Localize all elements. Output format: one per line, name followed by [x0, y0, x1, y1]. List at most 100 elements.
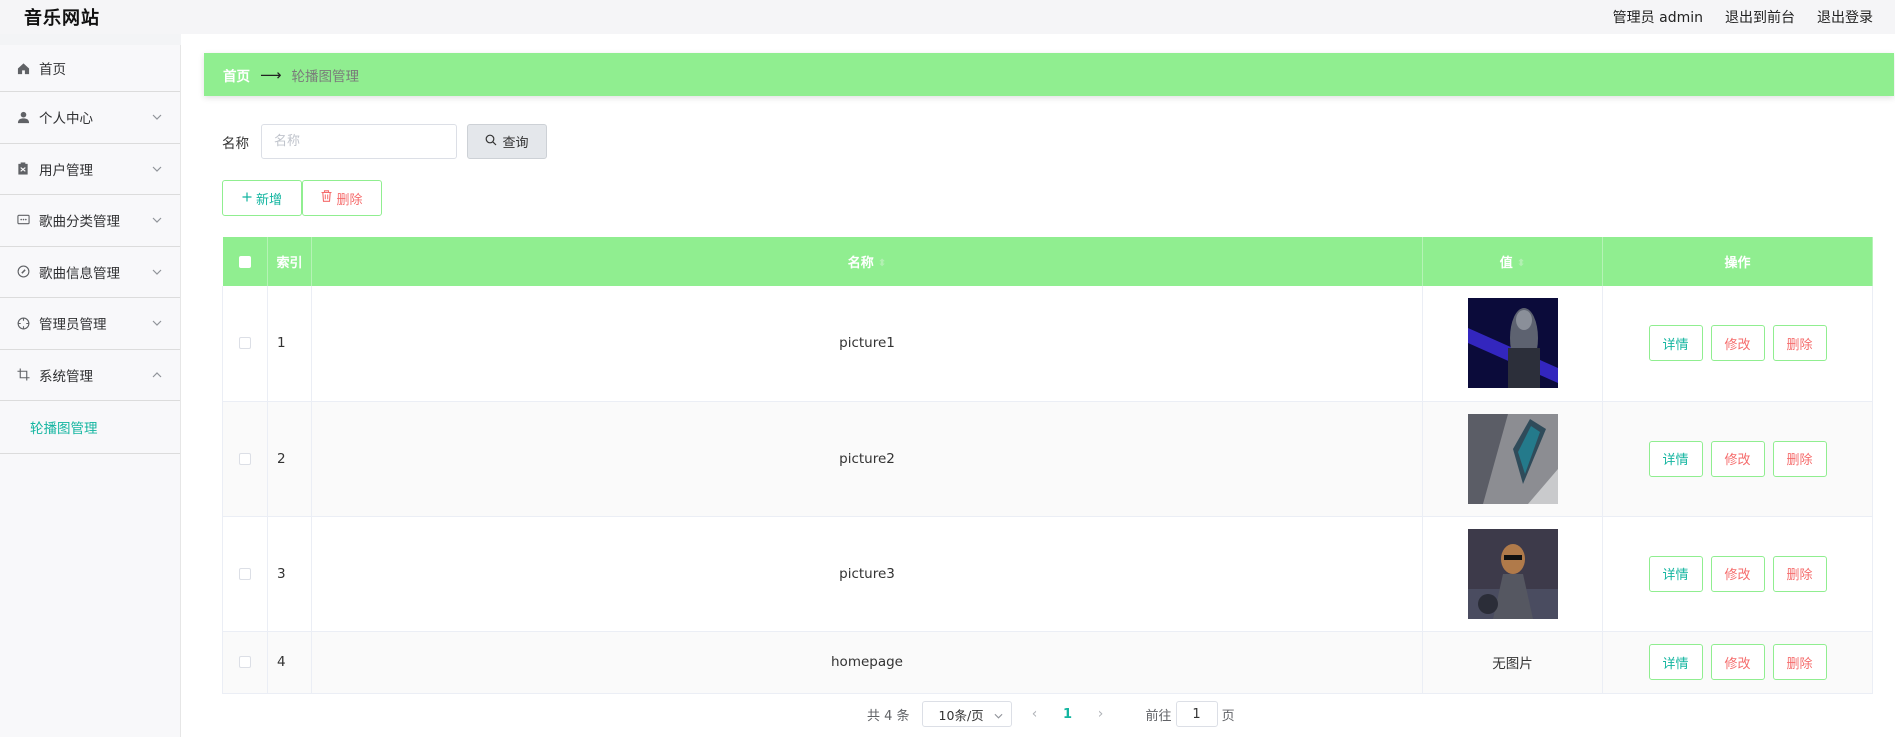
row-checkbox[interactable]: [239, 567, 251, 580]
table-row: 4 homepage 无图片 详情 修改 删除: [222, 631, 1873, 694]
sidebar-subitem-label[interactable]: 轮播图管理: [30, 417, 98, 437]
row-ops-cell: 详情 修改 删除: [1602, 516, 1873, 632]
edit-button[interactable]: 修改: [1710, 440, 1765, 477]
breadcrumb-current: 轮播图管理: [291, 68, 360, 85]
row-name: picture1: [311, 286, 1423, 402]
breadcrumb: 首页 ⟶ 轮播图管理: [204, 53, 1894, 96]
exit-to-front-link[interactable]: 退出到前台: [1725, 7, 1795, 27]
sidebar-item-label: 歌曲分类管理: [39, 214, 120, 231]
chevron-up-icon: [152, 370, 162, 380]
action-toolbar: 新增 删除: [222, 180, 382, 216]
sort-icon[interactable]: ⬍: [1517, 258, 1525, 269]
chat-icon: [16, 213, 30, 227]
search-bar: 名称 查询: [222, 124, 547, 159]
row-select-cell[interactable]: [222, 286, 268, 402]
row-select-cell[interactable]: [222, 516, 268, 632]
header-select-all[interactable]: [222, 237, 268, 286]
query-button-label: 查询: [502, 136, 529, 151]
delete-button[interactable]: 删除: [1772, 325, 1827, 362]
query-button[interactable]: 查询: [467, 124, 547, 159]
goto-label: 前往: [1145, 708, 1172, 724]
site-brand: 音乐网站: [24, 8, 100, 29]
top-header: 音乐网站 管理员 admin 退出到前台 退出登录: [0, 0, 1895, 34]
plus-icon: [242, 191, 252, 206]
sidebar-item-label: 系统管理: [39, 368, 93, 385]
carousel-thumbnail[interactable]: [1467, 528, 1558, 619]
row-value-cell: [1422, 286, 1603, 402]
sidebar-item-user-management[interactable]: 用户管理: [0, 144, 180, 195]
row-value: 无图片: [1422, 631, 1603, 694]
logout-link[interactable]: 退出登录: [1817, 7, 1873, 27]
search-icon: [485, 134, 497, 150]
sidebar-item-label: 歌曲信息管理: [39, 265, 120, 282]
edit-button[interactable]: 修改: [1710, 555, 1765, 592]
clipboard-icon: [16, 162, 30, 176]
batch-delete-label: 删除: [336, 192, 363, 208]
batch-delete-button[interactable]: 删除: [302, 180, 382, 216]
sidebar-subitem-carousel[interactable]: 轮播图管理: [0, 401, 180, 454]
sidebar-item-system-management[interactable]: 系统管理: [0, 350, 180, 401]
pagination-total: 共 4 条: [867, 708, 910, 724]
search-input[interactable]: [261, 124, 457, 159]
search-label: 名称: [222, 135, 249, 152]
sidebar-item-label: 个人中心: [39, 111, 93, 128]
chevron-down-icon: [994, 707, 1003, 722]
row-name: picture2: [311, 401, 1423, 517]
row-value-cell: [1422, 401, 1603, 517]
row-select-cell[interactable]: [222, 401, 268, 517]
home-icon: [16, 61, 30, 75]
next-page-button[interactable]: ›: [1090, 706, 1112, 722]
header-name[interactable]: 名称 ⬍: [311, 237, 1423, 286]
sidebar-item-personal-center[interactable]: 个人中心: [0, 92, 180, 144]
delete-button[interactable]: 删除: [1772, 555, 1827, 592]
detail-button[interactable]: 详情: [1648, 440, 1703, 477]
goto-page-input[interactable]: [1175, 701, 1218, 727]
goto-suffix: 页: [1221, 708, 1235, 724]
carousel-thumbnail[interactable]: [1467, 298, 1558, 389]
page-size-select[interactable]: 10条/页: [921, 701, 1012, 727]
row-index: 2: [267, 401, 312, 517]
detail-button[interactable]: 详情: [1648, 644, 1703, 680]
row-checkbox[interactable]: [239, 656, 251, 668]
row-name: picture3: [311, 516, 1423, 632]
row-select-cell[interactable]: [222, 631, 268, 694]
breadcrumb-home[interactable]: 首页: [223, 65, 250, 85]
row-index: 3: [267, 516, 312, 632]
prev-page-button[interactable]: ‹: [1024, 706, 1046, 722]
sidebar-item-song-category[interactable]: 歌曲分类管理: [0, 195, 180, 247]
sidebar-item-home[interactable]: 首页: [0, 45, 180, 92]
target-icon: [16, 316, 30, 330]
row-ops-cell: 详情 修改 删除: [1602, 631, 1873, 694]
table-row: 1 picture1 详情 修改 删除: [222, 286, 1873, 402]
add-button[interactable]: 新增: [222, 180, 302, 216]
add-button-label: 新增: [255, 192, 282, 208]
main-content: 首页 ⟶ 轮播图管理 名称 查询 新增 删除: [181, 34, 1895, 737]
edit-button[interactable]: 修改: [1710, 644, 1765, 680]
select-all-checkbox[interactable]: [238, 255, 251, 268]
sidebar-item-admin-management[interactable]: 管理员管理: [0, 298, 180, 350]
header-links: 管理员 admin 退出到前台 退出登录: [1613, 7, 1873, 27]
detail-button[interactable]: 详情: [1648, 555, 1703, 592]
sidebar-item-label: 首页: [39, 62, 66, 78]
user-icon: [16, 110, 30, 124]
delete-button[interactable]: 删除: [1772, 644, 1827, 680]
row-ops-cell: 详情 修改 删除: [1602, 401, 1873, 517]
row-value-cell: [1422, 516, 1603, 632]
delete-button[interactable]: 删除: [1772, 440, 1827, 477]
pagination: 共 4 条 10条/页 ‹ 1 › 前往 页: [867, 701, 1235, 727]
page-number-active[interactable]: 1: [1058, 707, 1078, 722]
chevron-down-icon: [152, 215, 162, 225]
edit-button[interactable]: 修改: [1710, 325, 1765, 362]
chevron-down-icon: [152, 267, 162, 277]
row-checkbox[interactable]: [239, 452, 251, 465]
detail-button[interactable]: 详情: [1648, 325, 1703, 362]
header-value[interactable]: 值 ⬍: [1422, 237, 1603, 286]
table-row: 3 picture3 详情 修改 删除: [222, 516, 1873, 632]
sidebar-item-song-info[interactable]: 歌曲信息管理: [0, 247, 180, 298]
row-index: 4: [267, 631, 312, 694]
sort-icon[interactable]: ⬍: [878, 258, 886, 269]
header-value-label: 值: [1499, 256, 1513, 271]
sidebar: 首页 个人中心 用户管理 歌曲分类管理 歌曲信息管理 管理员管理 系统管理 轮播…: [0, 45, 181, 737]
carousel-thumbnail[interactable]: [1467, 413, 1558, 504]
row-checkbox[interactable]: [239, 337, 251, 350]
